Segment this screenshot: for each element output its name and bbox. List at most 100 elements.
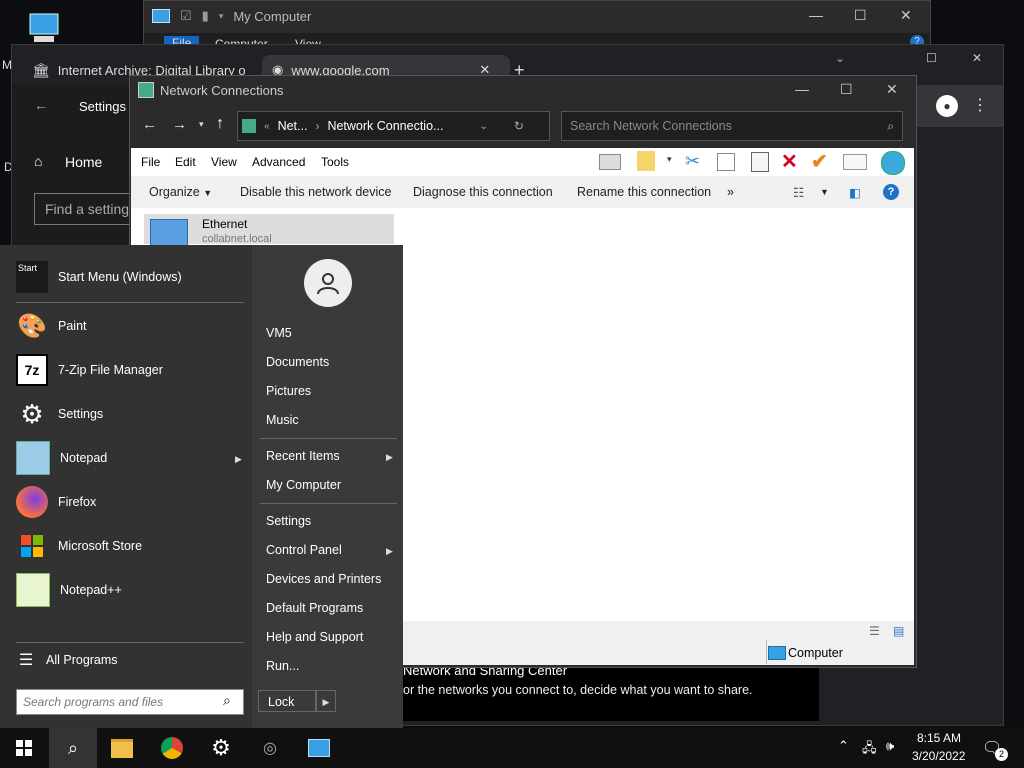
search-icon[interactable]: ⌕ [887, 119, 894, 134]
refresh-icon[interactable]: ↻ [514, 119, 524, 133]
chevron-down-icon[interactable]: ▾ [667, 154, 672, 165]
start-item-default-programs[interactable]: Default Programs [266, 601, 363, 615]
start-item-control-panel[interactable]: Control Panel [266, 543, 342, 557]
minimize-button[interactable]: — [795, 81, 809, 97]
volume-icon[interactable]: 🕪 [886, 738, 894, 754]
start-item-documents[interactable]: Documents [266, 355, 329, 369]
forward-button[interactable]: → [172, 116, 187, 133]
program-item[interactable]: Firefox [16, 482, 96, 522]
organize-button[interactable]: Organize ▼ [149, 185, 212, 199]
view-options-icon[interactable]: ☷ [793, 185, 804, 200]
paste-icon[interactable] [751, 152, 769, 172]
gear-icon[interactable]: ⚙ [203, 734, 239, 762]
control-panel-icon[interactable] [301, 734, 337, 762]
program-item[interactable]: ⚙ Settings [16, 394, 103, 434]
connection-sub: collabnet.local [202, 233, 272, 245]
back-button[interactable]: ← [142, 116, 157, 133]
clock-time[interactable]: 8:15 AM [917, 731, 961, 745]
globe-icon[interactable] [881, 151, 905, 175]
taskbar-search-button[interactable]: ⌕ [49, 728, 97, 768]
program-item[interactable]: 🎨 Paint [16, 306, 86, 346]
chrome-icon[interactable] [154, 734, 190, 762]
start-item-vm5[interactable]: VM5 [266, 326, 292, 340]
close-button[interactable]: ✕ [900, 7, 912, 24]
program-item[interactable]: Notepad++ [16, 570, 122, 610]
tab-search-icon[interactable]: ⌄ [835, 51, 845, 65]
help-icon[interactable]: ? [883, 184, 899, 200]
start-item-devices-printers[interactable]: Devices and Printers [266, 572, 381, 586]
up-button[interactable]: ↑ [216, 115, 224, 133]
menu-file[interactable]: File [141, 155, 160, 169]
breadcrumb-item[interactable]: Net... [278, 119, 308, 133]
file-explorer-icon[interactable] [104, 734, 140, 762]
page-icon[interactable]: ▮ [202, 8, 209, 24]
back-arrow-icon[interactable]: ← [34, 97, 48, 113]
program-item[interactable]: Microsoft Store [16, 526, 142, 566]
recent-pages-button[interactable]: ▾ [199, 119, 204, 130]
clock-date[interactable]: 3/20/2022 [912, 749, 965, 763]
details-view-icon[interactable]: ☰ [869, 624, 880, 638]
user-avatar[interactable] [304, 259, 352, 307]
menu-dots-icon[interactable]: ⋮ [972, 95, 988, 115]
start-item-help-support[interactable]: Help and Support [266, 630, 363, 644]
preview-pane-icon[interactable]: ◧ [849, 185, 861, 200]
close-button[interactable]: ✕ [972, 51, 982, 65]
start-item-recent-items[interactable]: Recent Items [266, 449, 340, 463]
all-programs-button[interactable]: ☰ All Programs [16, 640, 118, 680]
start-button[interactable] [6, 734, 42, 762]
breadcrumb-separator-icon[interactable]: › [315, 119, 319, 133]
network-tray-icon[interactable]: 🖧 [862, 739, 877, 761]
network-folder-icon [138, 82, 154, 98]
overflow-chevron-icon[interactable]: « [264, 121, 270, 132]
chevron-up-icon[interactable]: ⌃ [838, 738, 849, 754]
copy-icon[interactable] [717, 153, 735, 171]
settings-home[interactable]: Home [65, 154, 102, 170]
paint-icon: 🎨 [17, 312, 47, 340]
more-commands-button[interactable]: » [727, 185, 734, 199]
cut-icon[interactable]: ✂ [685, 151, 700, 172]
program-item[interactable]: 7z 7-Zip File Manager [16, 350, 163, 390]
lock-button[interactable]: Lock [258, 690, 316, 712]
delete-icon[interactable]: ✕ [781, 149, 798, 174]
disable-device-button[interactable]: Disable this network device [240, 185, 391, 199]
diagnose-connection-button[interactable]: Diagnose this connection [413, 185, 553, 199]
ethernet-connection[interactable]: Ethernet collabnet.local [144, 214, 394, 247]
desktop-computer-icon[interactable] [26, 10, 62, 46]
program-item[interactable]: Notepad [16, 438, 107, 478]
search-input[interactable]: Search Network Connections ⌕ [561, 111, 903, 141]
folder-options-icon[interactable] [637, 151, 655, 171]
start-item-run[interactable]: Run... [266, 659, 299, 673]
address-bar[interactable]: « Net... › Network Connectio... ⌄ ↻ [237, 111, 550, 141]
start-item-my-computer[interactable]: My Computer [266, 478, 341, 492]
preview-pane-icon[interactable] [599, 154, 621, 170]
start-item-pictures[interactable]: Pictures [266, 384, 311, 398]
start-search-input[interactable]: Search programs and files ⌕ [16, 689, 244, 715]
start-item-music[interactable]: Music [266, 413, 299, 427]
chevron-down-icon[interactable]: ▾ [219, 11, 224, 22]
chevron-down-icon: ▼ [203, 188, 213, 198]
minimize-button[interactable]: — [809, 7, 823, 23]
power-options-arrow-icon[interactable]: ▶ [316, 690, 336, 712]
start-menu-header[interactable]: Start Start Menu (Windows) [16, 257, 182, 297]
menu-view[interactable]: View [211, 155, 237, 169]
chevron-down-icon[interactable]: ▼ [820, 187, 829, 197]
menu-tools[interactable]: Tools [321, 155, 349, 169]
chevron-down-icon[interactable]: ⌄ [479, 121, 487, 132]
profile-icon[interactable]: ● [936, 95, 958, 117]
search-icon[interactable]: ⌕ [223, 692, 231, 709]
rename-connection-button[interactable]: Rename this connection [577, 185, 711, 199]
breadcrumb-item[interactable]: Network Connectio... [327, 119, 443, 133]
menu-advanced[interactable]: Advanced [252, 155, 305, 169]
maximize-button[interactable]: ☐ [854, 7, 867, 24]
network-app-icon[interactable]: ◎ [252, 734, 288, 762]
properties-icon[interactable] [843, 154, 867, 170]
maximize-button[interactable]: ☐ [926, 51, 937, 65]
large-icons-view-icon[interactable]: ▤ [893, 624, 904, 638]
maximize-button[interactable]: ☐ [840, 81, 853, 98]
home-icon[interactable]: ⌂ [34, 153, 42, 169]
properties-icon[interactable]: ☑ [180, 8, 192, 24]
close-button[interactable]: ✕ [886, 81, 898, 98]
checkmark-icon[interactable]: ✔ [811, 149, 828, 174]
start-item-settings[interactable]: Settings [266, 514, 311, 528]
menu-edit[interactable]: Edit [175, 155, 196, 169]
